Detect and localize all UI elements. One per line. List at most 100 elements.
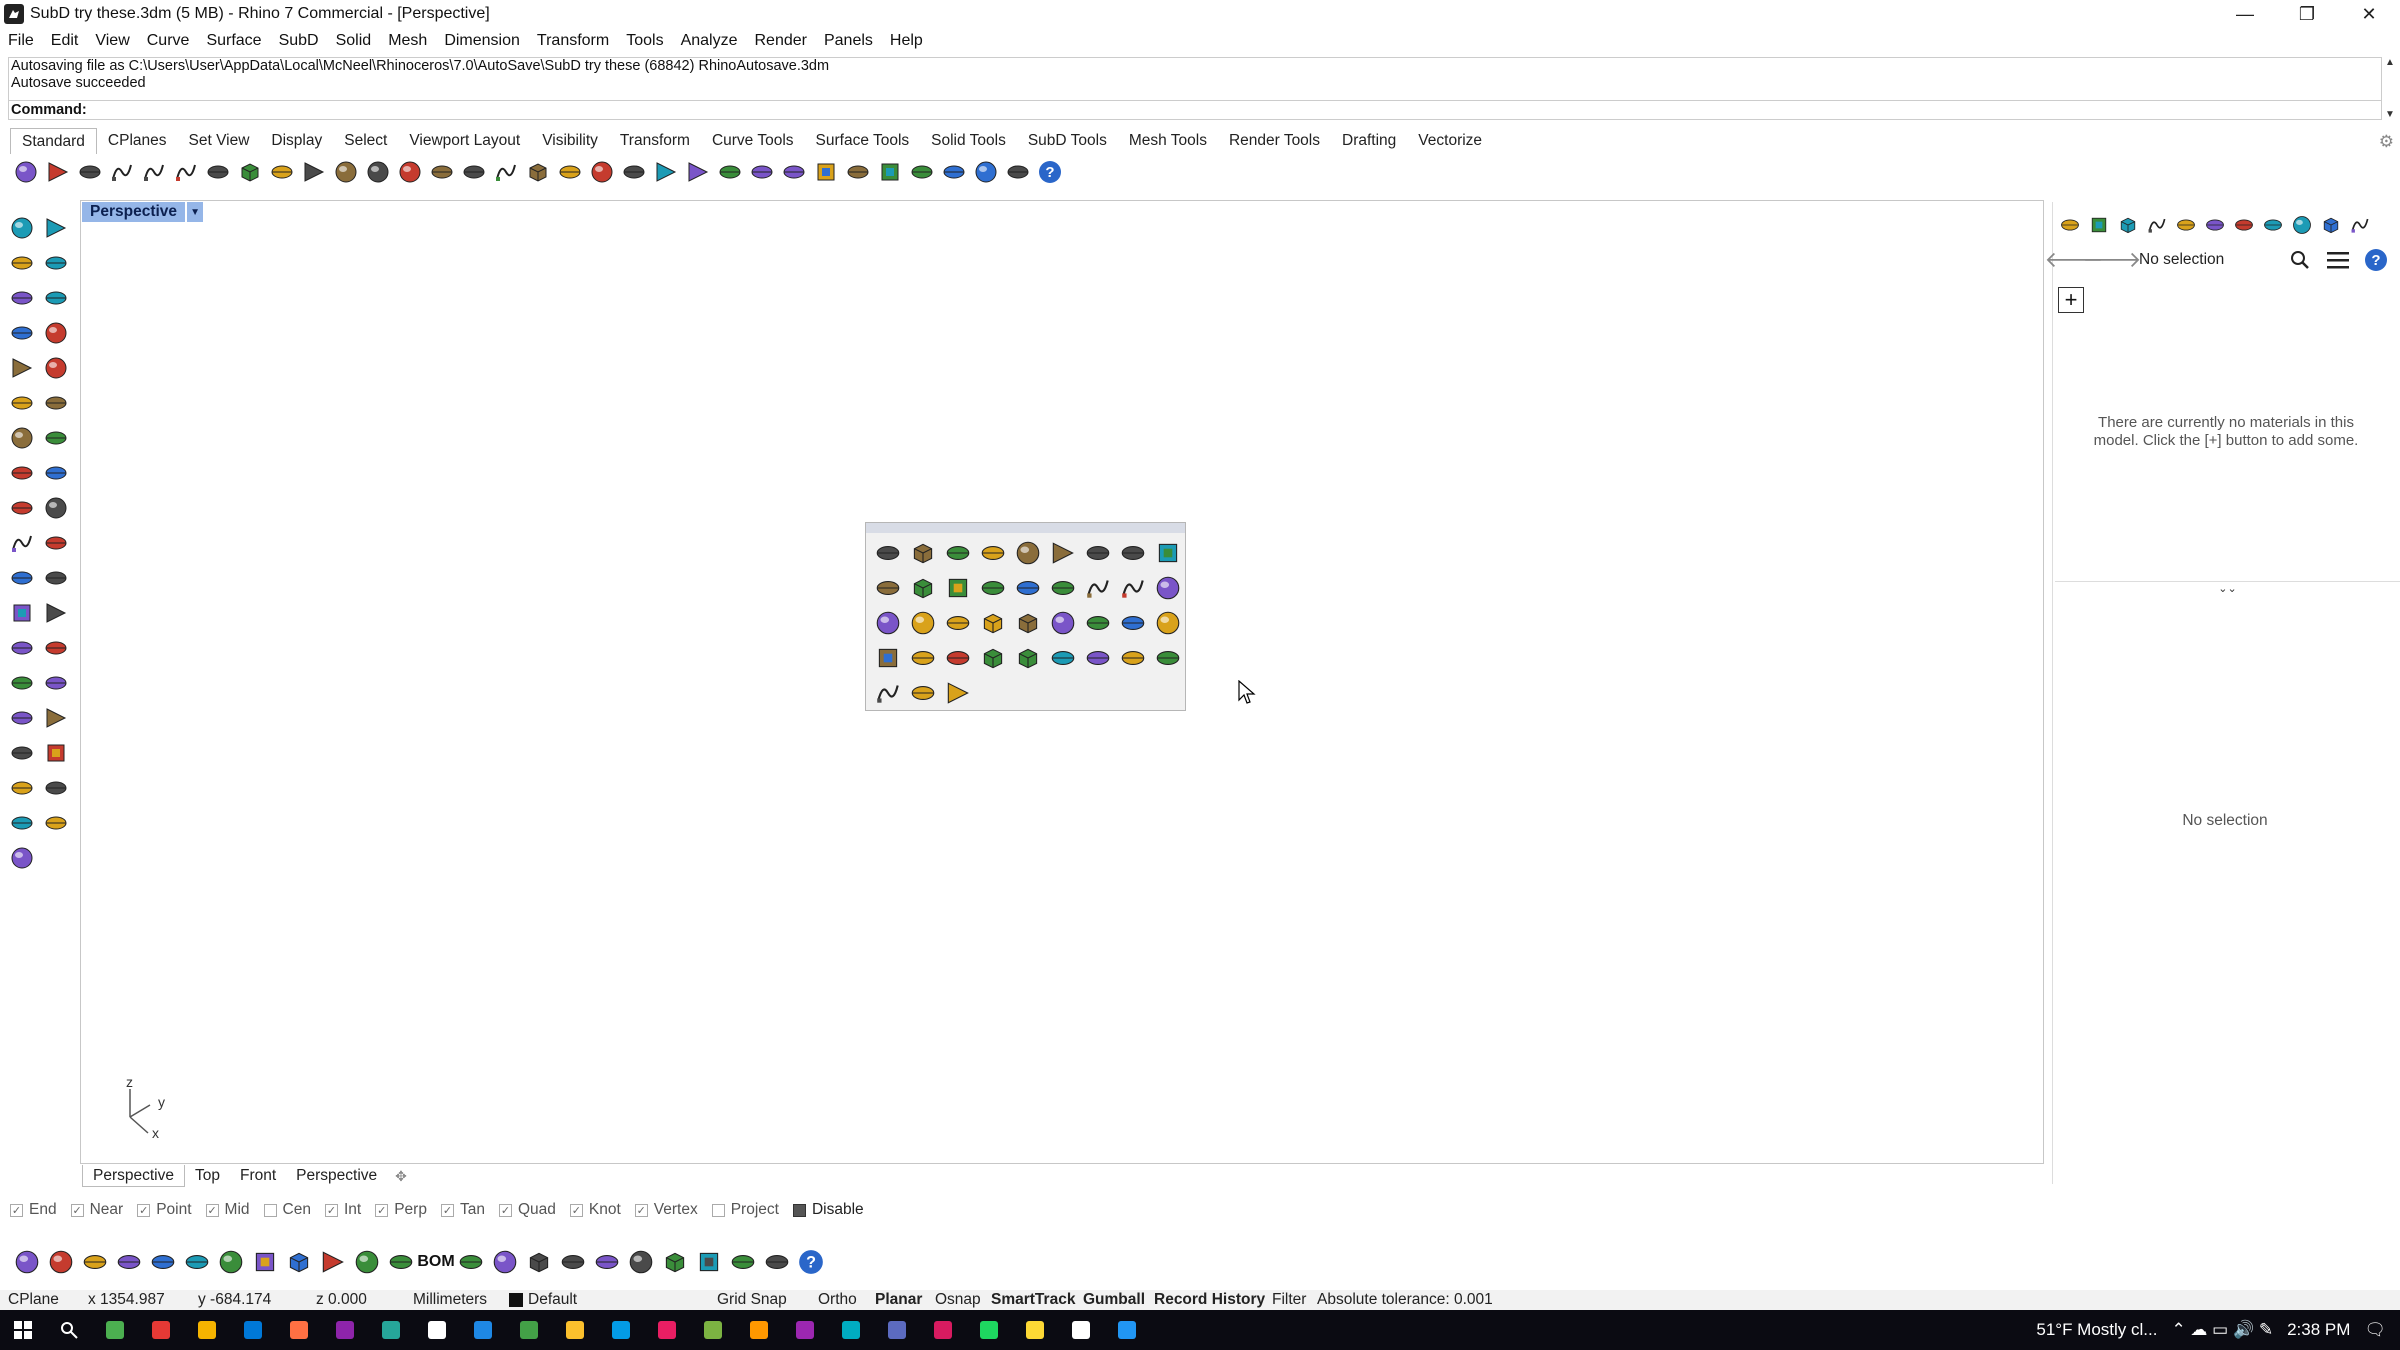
menu-solid[interactable]: Solid bbox=[336, 32, 372, 50]
edge-icon[interactable] bbox=[598, 1310, 644, 1350]
status-smarttrack[interactable]: SmartTrack bbox=[991, 1291, 1083, 1309]
grid-array-icon[interactable] bbox=[39, 736, 73, 770]
distance-icon[interactable] bbox=[5, 736, 39, 770]
search-icon[interactable] bbox=[2281, 244, 2319, 276]
command-scrollbar[interactable]: ▲ ▼ bbox=[2382, 57, 2398, 120]
select-arrow-icon[interactable] bbox=[5, 211, 39, 245]
globe-icon[interactable] bbox=[1002, 157, 1034, 187]
camera-icon[interactable] bbox=[624, 1247, 658, 1277]
osnap-vertex[interactable]: ✓ Vertex bbox=[634, 1201, 698, 1219]
hide-icon[interactable] bbox=[586, 157, 618, 187]
osnap-disable[interactable]: Disable bbox=[792, 1201, 864, 1219]
ball-set-icon[interactable] bbox=[940, 675, 975, 710]
osnap-checkbox[interactable] bbox=[792, 1203, 806, 1217]
osnap-checkbox[interactable]: ✓ bbox=[10, 1203, 23, 1217]
render-sphere-icon[interactable] bbox=[810, 157, 842, 187]
notepad-icon[interactable] bbox=[138, 1310, 184, 1350]
zoom-dynamic-icon[interactable] bbox=[362, 157, 394, 187]
opera-icon[interactable] bbox=[828, 1310, 874, 1350]
osnap-checkbox[interactable]: ✓ bbox=[137, 1203, 151, 1217]
move-icon[interactable] bbox=[5, 596, 39, 630]
surface-flat-icon[interactable] bbox=[1045, 605, 1080, 640]
scroll-down-icon[interactable]: ▼ bbox=[2385, 109, 2395, 120]
cut-icon[interactable] bbox=[170, 157, 202, 187]
cone-icon[interactable] bbox=[975, 570, 1010, 605]
osnap-checkbox[interactable] bbox=[263, 1203, 277, 1217]
tab-display[interactable]: Display bbox=[260, 128, 333, 154]
osnap-tan[interactable]: ✓ Tan bbox=[440, 1201, 485, 1219]
scroll-up-icon[interactable]: ▲ bbox=[2385, 57, 2395, 68]
sweep-icon[interactable] bbox=[1150, 605, 1185, 640]
text-icon[interactable] bbox=[39, 771, 73, 805]
plane-icon[interactable] bbox=[975, 605, 1010, 640]
bom-icon[interactable]: BOM bbox=[417, 1247, 454, 1277]
sphere-pair-icon[interactable] bbox=[1115, 570, 1150, 605]
collapse-chevron-icon[interactable]: ⌄⌄ bbox=[2218, 582, 2236, 595]
hamburger-menu-icon[interactable] bbox=[2319, 244, 2357, 276]
polygon-icon[interactable] bbox=[39, 316, 73, 350]
point-icon[interactable] bbox=[39, 211, 73, 245]
tab-drafting[interactable]: Drafting bbox=[1331, 128, 1407, 154]
tab-vectorize[interactable]: Vectorize bbox=[1407, 128, 1493, 154]
split-icon[interactable] bbox=[39, 526, 73, 560]
drape-icon[interactable] bbox=[1045, 640, 1080, 675]
viewport-menu-arrow-icon[interactable]: ▼ bbox=[187, 202, 204, 222]
undo-icon[interactable] bbox=[266, 157, 298, 187]
file-explorer-icon[interactable] bbox=[276, 1310, 322, 1350]
grid-icon[interactable] bbox=[970, 157, 1002, 187]
tab-cplanes[interactable]: CPlanes bbox=[97, 128, 178, 154]
menu-view[interactable]: View bbox=[95, 32, 129, 50]
properties-icon[interactable] bbox=[906, 157, 938, 187]
status-cplane[interactable]: CPlane bbox=[8, 1291, 88, 1309]
sync-icon[interactable] bbox=[658, 1247, 692, 1277]
menu-transform[interactable]: Transform bbox=[537, 32, 609, 50]
cube-face-icon[interactable] bbox=[1115, 535, 1150, 570]
rotate-view-icon[interactable] bbox=[330, 157, 362, 187]
restore-button[interactable]: ❐ bbox=[2276, 0, 2338, 28]
task-view-icon[interactable] bbox=[92, 1310, 138, 1350]
notifications-icon[interactable]: 🗨 bbox=[2364, 1320, 2386, 1340]
environment-icon[interactable] bbox=[874, 157, 906, 187]
check-icon[interactable] bbox=[5, 806, 39, 840]
osnap-int[interactable]: ✓ Int bbox=[324, 1201, 361, 1219]
displays-icon[interactable] bbox=[2200, 213, 2229, 237]
section-icon[interactable] bbox=[522, 1247, 556, 1277]
osnap-checkbox[interactable]: ✓ bbox=[324, 1203, 338, 1217]
extend-icon[interactable] bbox=[39, 631, 73, 665]
array-icon[interactable] bbox=[39, 666, 73, 700]
sticky-notes-icon[interactable] bbox=[322, 1310, 368, 1350]
color-wheel-icon[interactable] bbox=[778, 157, 810, 187]
osnap-perp[interactable]: ✓ Perp bbox=[375, 1201, 427, 1219]
osnap-quad[interactable]: ✓ Quad bbox=[498, 1201, 556, 1219]
twist-icon[interactable] bbox=[870, 570, 905, 605]
zoom-extents-icon[interactable] bbox=[426, 157, 458, 187]
cylinder-icon[interactable] bbox=[39, 456, 73, 490]
osnap-checkbox[interactable]: ✓ bbox=[569, 1203, 583, 1217]
wedge-icon[interactable] bbox=[1115, 640, 1150, 675]
display-icon[interactable] bbox=[316, 1247, 350, 1277]
history-icon[interactable] bbox=[5, 771, 39, 805]
warp-icon[interactable] bbox=[180, 1247, 214, 1277]
dash-line-icon[interactable] bbox=[1045, 535, 1080, 570]
pan-icon[interactable] bbox=[298, 157, 330, 187]
cylinder-solid-icon[interactable] bbox=[905, 605, 940, 640]
popup-toolbar-header[interactable] bbox=[866, 523, 1185, 533]
status-layer[interactable]: Default bbox=[509, 1291, 717, 1309]
rhino-taskbar-icon[interactable] bbox=[1058, 1310, 1104, 1350]
rotate-icon[interactable] bbox=[490, 157, 522, 187]
menu-edit[interactable]: Edit bbox=[51, 32, 79, 50]
close-button[interactable]: ✕ bbox=[2338, 0, 2400, 28]
vertex-icon[interactable] bbox=[975, 535, 1010, 570]
tab-visibility[interactable]: Visibility bbox=[531, 128, 609, 154]
osnap-checkbox[interactable]: ✓ bbox=[440, 1203, 454, 1217]
chrome-icon[interactable] bbox=[782, 1310, 828, 1350]
osnap-point[interactable]: ✓ Point bbox=[137, 1201, 192, 1219]
layer-icon[interactable] bbox=[746, 157, 778, 187]
arc-1-2-icon[interactable] bbox=[905, 570, 940, 605]
menu-analyze[interactable]: Analyze bbox=[681, 32, 738, 50]
four-views-icon[interactable] bbox=[522, 157, 554, 187]
tab-set-view[interactable]: Set View bbox=[178, 128, 261, 154]
options-icon[interactable] bbox=[938, 157, 970, 187]
curve-cv-icon[interactable] bbox=[5, 281, 39, 315]
new-file-icon[interactable] bbox=[10, 157, 42, 187]
